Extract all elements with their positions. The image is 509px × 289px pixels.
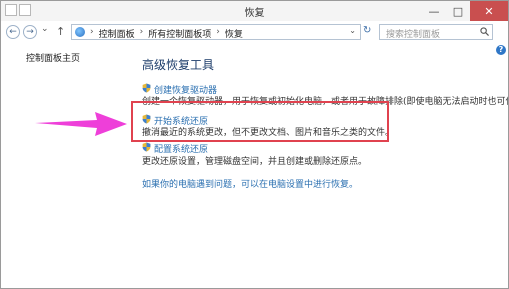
close-button[interactable]: ✕ [470,1,508,21]
search-input[interactable]: 搜索控制面板 [386,27,440,40]
breadcrumb-item[interactable]: 控制面板 [99,27,135,40]
pointer-arrow-icon [35,112,127,136]
breadcrumb-item[interactable]: 所有控制面板项 [148,27,211,40]
breadcrumb: › 控制面板 › 所有控制面板项 › 恢复 [90,27,243,40]
recent-pages-dropdown[interactable]: ⌄ [41,24,49,34]
chevron-right-icon: › [90,27,94,37]
forward-button[interactable]: → [23,25,37,39]
shield-icon [142,142,151,152]
chevron-right-icon: › [139,27,144,37]
minimize-button[interactable]: — [422,1,446,21]
help-icon[interactable]: ? [496,45,506,55]
maximize-button[interactable]: □ [446,1,470,21]
navigation-bar: ← → ⌄ ↑ › 控制面板 › 所有控制面板项 › 恢复 ⌄ ↻ 搜索控制面板 [1,22,508,43]
search-box[interactable]: 搜索控制面板 [379,24,493,40]
highlight-box [131,101,389,142]
search-icon[interactable] [480,27,489,36]
back-button[interactable]: ← [6,25,20,39]
chevron-right-icon: › [216,27,220,37]
breadcrumb-item[interactable]: 恢复 [225,27,243,40]
address-dropdown[interactable]: ⌄ [349,26,356,35]
up-button[interactable]: ↑ [56,25,65,38]
window: 恢复 — □ ✕ ← → ⌄ ↑ › 控制面板 › 所有控制面板项 › 恢复 ⌄… [0,0,509,289]
configure-system-restore-description: 更改还原设置，管理磁盘空间，并且创建或删除还原点。 [142,157,368,167]
control-panel-icon [75,27,85,37]
shield-icon [142,83,151,93]
page-title: 高级恢复工具 [142,58,215,72]
title-bar: 恢复 — □ ✕ [1,1,508,21]
address-bar[interactable]: › 控制面板 › 所有控制面板项 › 恢复 ⌄ [71,24,361,40]
sidebar-item-control-panel-home[interactable]: 控制面板主页 [26,51,80,64]
pc-settings-recovery-link[interactable]: 如果你的电脑遇到问题，可以在电脑设置中进行恢复。 [142,177,358,190]
refresh-button[interactable]: ↻ [363,25,371,36]
